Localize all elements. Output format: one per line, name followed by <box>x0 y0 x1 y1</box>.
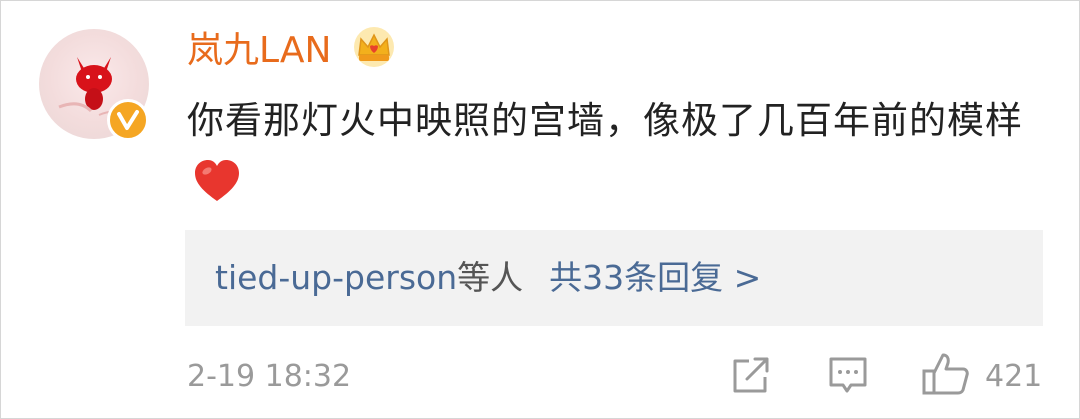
share-icon[interactable] <box>729 355 771 399</box>
comment-card: 岚九LAN 你看那灯火中映照的宫墙，像极了几百年前的模样 tied-up-per… <box>0 0 1080 419</box>
view-replies-link[interactable]: 共33条回复 > <box>549 258 761 297</box>
thumbs-up-icon[interactable] <box>921 351 971 401</box>
like-count: 421 <box>985 359 1043 394</box>
replies-panel[interactable]: tied-up-person等人 共33条回复 > <box>185 230 1043 326</box>
verified-v-icon <box>107 99 149 141</box>
comment-text: 你看那灯火中映照的宫墙，像极了几百年前的模样 <box>187 89 1027 223</box>
comment-icon[interactable] <box>827 355 869 399</box>
username[interactable]: 岚九LAN <box>187 27 331 75</box>
comment-timestamp: 2-19 18:32 <box>187 359 352 394</box>
crown-icon <box>351 25 397 73</box>
reply-users[interactable]: tied-up-person <box>215 258 457 297</box>
reply-users-suffix: 等人 <box>457 258 524 297</box>
comment-body: 你看那灯火中映照的宫墙，像极了几百年前的模样 <box>187 99 1023 142</box>
replies-summary: tied-up-person等人 共33条回复 > <box>215 256 761 300</box>
heart-emoji <box>193 159 241 223</box>
